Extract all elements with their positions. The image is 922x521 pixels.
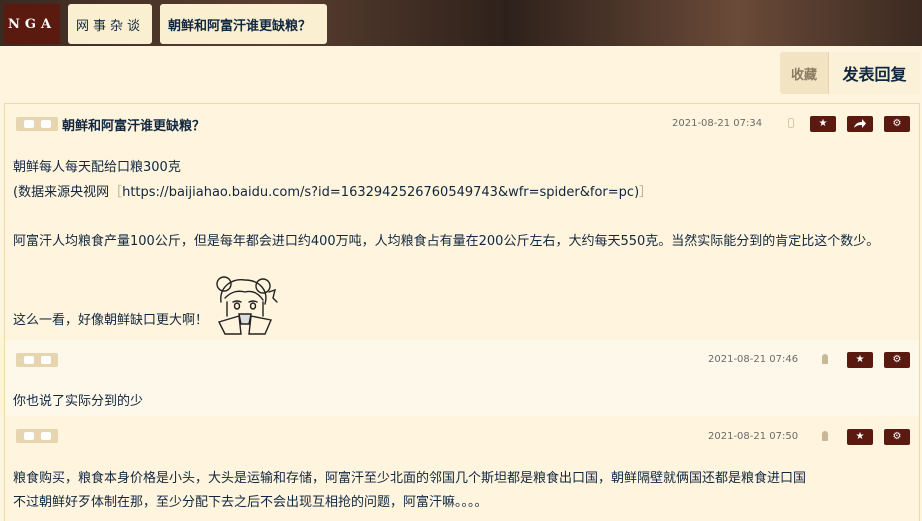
post-date: 2021-08-21 07:50 xyxy=(708,431,799,442)
thumb-up-icon[interactable] xyxy=(23,120,34,128)
android-icon xyxy=(822,431,828,441)
star-icon[interactable]: ★ xyxy=(810,116,836,132)
post-date: 2021-08-21 07:34 xyxy=(672,118,763,129)
post-date: 2021-08-21 07:46 xyxy=(708,354,799,365)
source-label: (数据来源央视网 xyxy=(13,185,110,200)
thumb-down-icon[interactable] xyxy=(40,120,51,128)
post-title: 朝鲜和阿富汗谁更缺粮？ xyxy=(62,119,206,134)
top-bar: NGA 网事杂谈 朝鲜和阿富汗谁更缺粮？ xyxy=(0,0,922,46)
post-text-line: 朝鲜每人每天配给口粮300克 xyxy=(13,160,181,175)
breadcrumb-forum[interactable]: 网事杂谈 xyxy=(68,4,152,44)
site-logo[interactable]: NGA xyxy=(4,4,60,44)
vote-buttons[interactable] xyxy=(16,117,58,131)
thumb-up-icon[interactable] xyxy=(23,356,34,364)
post-text-line: 你也说了实际分到的少 xyxy=(13,394,144,409)
gear-icon[interactable]: ⚙ xyxy=(884,352,910,368)
star-icon[interactable]: ★ xyxy=(847,352,873,368)
post-source-line: (数据来源央视网［https://baijiahao.baidu.com/s?i… xyxy=(13,181,652,200)
android-icon xyxy=(822,354,828,364)
post-text-line: 粮食购买，粮食本身价格是小头，大头是运输和存储，阿富汗至少北面的邻国几个斯坦都是… xyxy=(13,471,807,486)
phone-icon xyxy=(788,118,794,128)
source-link[interactable]: https://baijiahao.baidu.com/s?id=1632942… xyxy=(122,185,639,200)
link-bracket-right: ］ xyxy=(639,185,653,200)
reply-button[interactable]: 发表回复 xyxy=(828,52,920,94)
reply-post: 2021-08-21 07:46 ★ ⚙ 你也说了实际分到的少 xyxy=(5,340,919,416)
share-icon[interactable] xyxy=(847,116,873,132)
thumb-down-icon[interactable] xyxy=(40,356,51,364)
gear-icon[interactable]: ⚙ xyxy=(884,429,910,445)
vote-buttons[interactable] xyxy=(16,353,58,367)
post-main: 朝鲜和阿富汗谁更缺粮？ 2021-08-21 07:34 ★ ⚙ 朝鲜每人每天配… xyxy=(5,104,919,340)
breadcrumb-topic[interactable]: 朝鲜和阿富汗谁更缺粮？ xyxy=(160,4,327,44)
anime-girl-sticker xyxy=(216,276,278,335)
reply-post: 2021-08-21 07:50 ★ ⚙ 粮食购买，粮食本身价格是小头，大头是运… xyxy=(5,416,919,521)
link-bracket-left: ［ xyxy=(109,185,123,200)
vote-buttons[interactable] xyxy=(16,429,58,443)
favorite-button[interactable]: 收藏 xyxy=(780,64,828,83)
post-text-line: 这么一看，好像朝鲜缺口更大啊！ xyxy=(13,313,209,328)
post-text-line: 不过朝鲜好歹体制在那，至少分配下去之后不会出现互相抢的问题，阿富汗嘛。。。。 xyxy=(13,495,488,510)
thumb-down-icon[interactable] xyxy=(40,432,51,440)
thumb-up-icon[interactable] xyxy=(23,432,34,440)
gear-icon[interactable]: ⚙ xyxy=(884,116,910,132)
post-text-line: 阿富汗人均粮食产量100公斤，但是每年都会进口约400万吨，人均粮食占有量在20… xyxy=(13,234,880,249)
star-icon[interactable]: ★ xyxy=(847,429,873,445)
thread: 朝鲜和阿富汗谁更缺粮？ 2021-08-21 07:34 ★ ⚙ 朝鲜每人每天配… xyxy=(4,103,920,521)
thread-actions: 收藏 发表回复 xyxy=(780,52,920,94)
